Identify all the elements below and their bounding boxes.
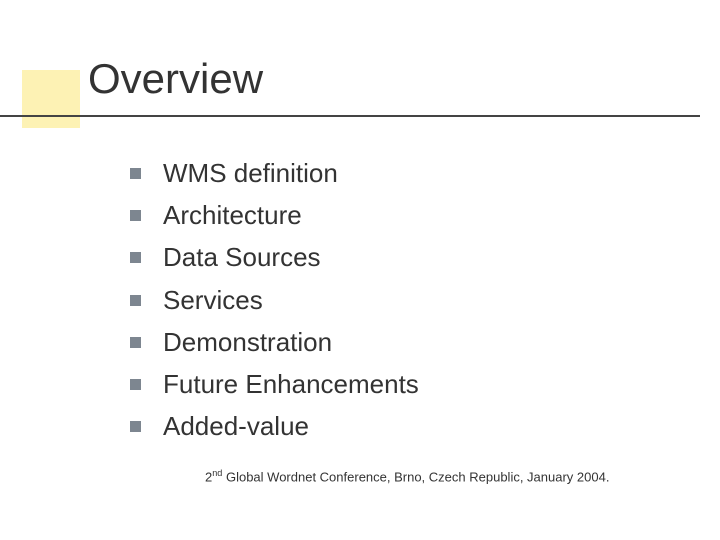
slide-title: Overview — [88, 55, 263, 103]
square-bullet-icon — [130, 210, 141, 221]
square-bullet-icon — [130, 379, 141, 390]
list-item: Services — [130, 285, 630, 316]
slide: Overview WMS definition Architecture Dat… — [0, 0, 720, 540]
list-item-label: Architecture — [163, 200, 302, 231]
square-bullet-icon — [130, 337, 141, 348]
list-item: Architecture — [130, 200, 630, 231]
list-item-label: Future Enhancements — [163, 369, 419, 400]
footer-ordinal-suffix: nd — [212, 468, 222, 478]
bullet-list: WMS definition Architecture Data Sources… — [130, 158, 630, 453]
square-bullet-icon — [130, 252, 141, 263]
title-underline — [0, 115, 700, 117]
list-item: Future Enhancements — [130, 369, 630, 400]
accent-square — [22, 70, 80, 128]
square-bullet-icon — [130, 421, 141, 432]
list-item: Data Sources — [130, 242, 630, 273]
list-item-label: Demonstration — [163, 327, 332, 358]
list-item: Demonstration — [130, 327, 630, 358]
list-item-label: Added-value — [163, 411, 309, 442]
list-item-label: Data Sources — [163, 242, 321, 273]
footer-rest: Global Wordnet Conference, Brno, Czech R… — [222, 469, 609, 484]
list-item: Added-value — [130, 411, 630, 442]
list-item-label: Services — [163, 285, 263, 316]
list-item-label: WMS definition — [163, 158, 338, 189]
footer-text: 2nd Global Wordnet Conference, Brno, Cze… — [205, 468, 609, 484]
square-bullet-icon — [130, 295, 141, 306]
list-item: WMS definition — [130, 158, 630, 189]
square-bullet-icon — [130, 168, 141, 179]
